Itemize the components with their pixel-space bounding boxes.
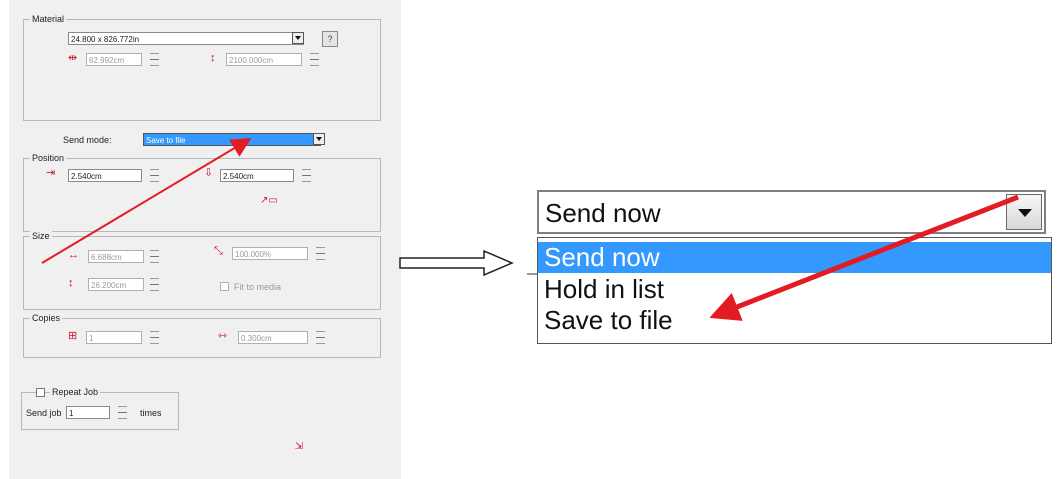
y-offset-icon: ⇩ [204, 167, 214, 179]
media-width-spinner[interactable] [148, 53, 161, 66]
send-mode-select[interactable]: Save to file [143, 133, 321, 146]
scale-spinner[interactable] [314, 247, 327, 260]
media-width-field[interactable]: 62.992cm [86, 53, 142, 66]
copies-count-spinner[interactable] [148, 331, 161, 344]
media-length-spinner[interactable] [308, 53, 321, 66]
size-height-spinner[interactable] [148, 278, 161, 291]
media-length-field[interactable]: 2100.000cm [226, 53, 302, 66]
size-width-field[interactable]: 6.688cm [88, 250, 144, 263]
position-group-title: Position [30, 152, 67, 164]
divider [527, 273, 537, 275]
copy-spacing-spinner[interactable] [314, 331, 327, 344]
material-group: Material 24.800 x 826.772in ? ⇹ 62.992cm… [23, 13, 381, 121]
copies-icon: ⊞ [68, 330, 78, 342]
media-dropdown-arrow[interactable] [292, 32, 304, 44]
copy-spacing-field[interactable]: 0.300cm [238, 331, 308, 344]
y-offset-spinner[interactable] [300, 169, 313, 182]
material-group-title: Material [30, 13, 67, 25]
repeat-job-group: Repeat Job Send job 1 times [21, 386, 179, 430]
x-offset-field[interactable]: 2.540cm [68, 169, 142, 182]
send-job-icon[interactable]: ⇲ [291, 440, 307, 454]
send-mode-dropdown-arrow[interactable] [313, 133, 325, 145]
media-length-icon: ↕ [210, 52, 216, 64]
send-job-label: Send job [26, 408, 62, 418]
send-job-times-field[interactable]: 1 [66, 406, 110, 419]
media-width-icon: ⇹ [68, 52, 78, 64]
copies-group-title: Copies [30, 312, 63, 324]
copies-count-field[interactable]: 1 [86, 331, 142, 344]
center-position-icon[interactable]: ↗▭ [260, 195, 290, 207]
send-mode-zoom-view: Send now Send now Hold in list Save to f… [527, 176, 1057, 344]
option-send-now[interactable]: Send now [538, 242, 1051, 273]
media-select[interactable]: 24.800 x 826.772in [68, 32, 304, 45]
y-offset-field[interactable]: 2.540cm [220, 169, 294, 182]
option-hold-in-list[interactable]: Hold in list [538, 274, 1051, 305]
position-group: Position ⇥ 2.540cm ⇩ 2.540cm ↗▭ [23, 152, 381, 232]
connector-arrow-icon [399, 249, 514, 277]
media-help-icon[interactable]: ? [322, 31, 338, 47]
scale-icon: ⤡ [214, 245, 223, 257]
size-group: Size ↔ 6.688cm ⤡ 100.000% ↕ 26.200cm Fit… [23, 230, 381, 310]
repeat-job-label: Repeat Job [50, 386, 101, 398]
x-offset-icon: ⇥ [46, 167, 56, 179]
x-offset-spinner[interactable] [148, 169, 161, 182]
copies-group: Copies ⊞ 1 ⇿ 0.300cm [23, 312, 381, 358]
chevron-down-icon[interactable] [1006, 194, 1042, 230]
option-save-to-file[interactable]: Save to file [538, 305, 1051, 336]
scale-field[interactable]: 100.000% [232, 247, 308, 260]
send-mode-zoom-combo[interactable]: Send now [537, 190, 1046, 234]
times-label: times [140, 408, 162, 418]
repeat-job-checkbox[interactable] [36, 388, 45, 397]
copy-spacing-icon: ⇿ [218, 330, 228, 342]
fit-to-media-checkbox[interactable] [220, 282, 229, 291]
fit-to-media-label: Fit to media [234, 282, 282, 292]
width-resize-icon: ↔ [68, 249, 79, 261]
size-group-title: Size [30, 230, 52, 242]
size-width-spinner[interactable] [148, 250, 161, 263]
job-settings-panel: Material 24.800 x 826.772in ? ⇹ 62.992cm… [9, 0, 401, 479]
send-mode-option-list: Send now Hold in list Save to file [537, 237, 1052, 344]
send-mode-zoom-value: Send now [545, 198, 661, 228]
send-mode-label: Send mode: [63, 135, 112, 145]
send-job-times-spinner[interactable] [116, 406, 129, 419]
size-height-field[interactable]: 26.200cm [88, 278, 144, 291]
height-resize-icon: ↕ [68, 277, 74, 289]
